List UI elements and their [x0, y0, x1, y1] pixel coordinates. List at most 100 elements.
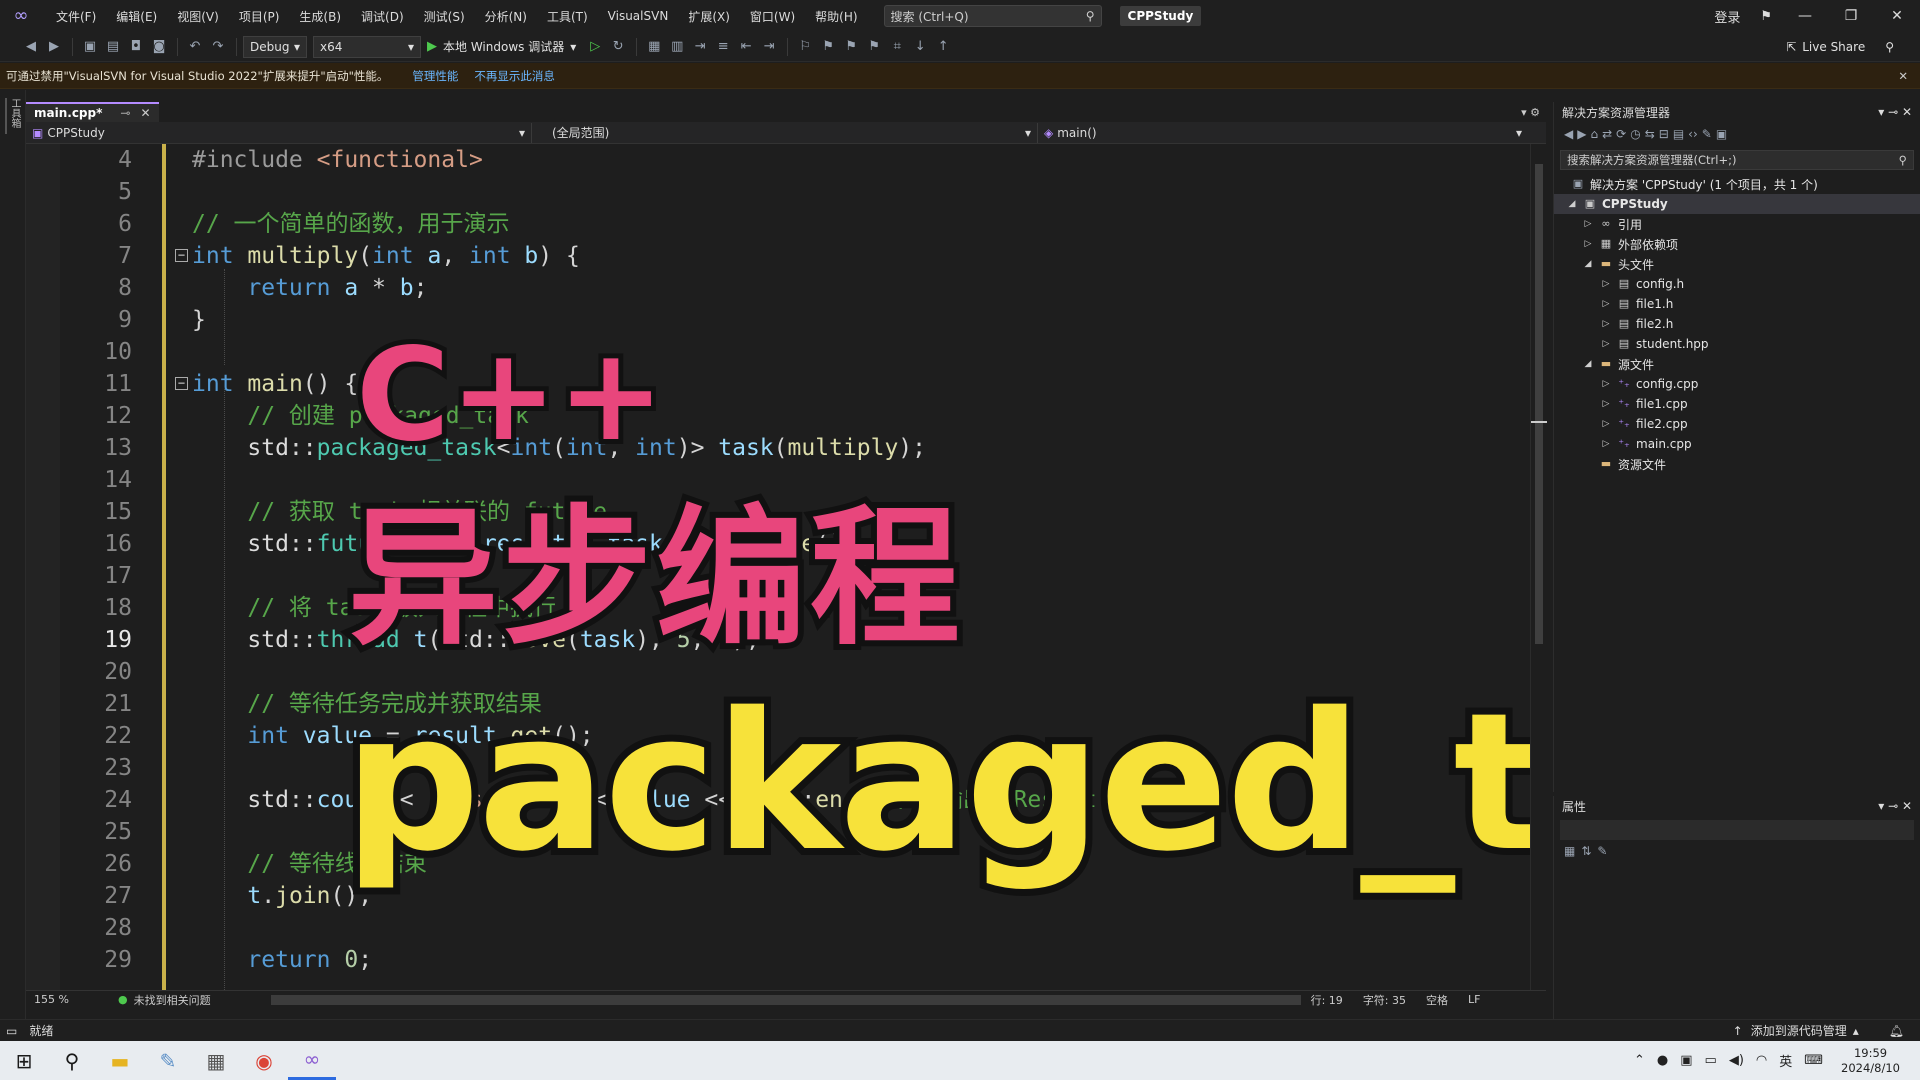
collapsed-icon[interactable]: ▷ — [1600, 399, 1612, 409]
collapsed-icon[interactable]: ▷ — [1582, 239, 1594, 249]
restore-button[interactable]: ❐ — [1828, 8, 1874, 24]
feedback-icon[interactable]: ⚑ — [1750, 9, 1782, 24]
outdent-icon[interactable]: ⇥ — [758, 36, 780, 58]
login-button[interactable]: 登录 — [1704, 7, 1750, 26]
visual-studio-logo-icon[interactable]: ∞ — [10, 5, 32, 27]
code-view-icon[interactable]: ‹› — [1688, 127, 1698, 141]
chrome-icon[interactable]: ◉ — [240, 1041, 288, 1080]
hot-reload-icon[interactable]: ↻ — [607, 36, 629, 58]
output-icon[interactable]: ▭ — [6, 1024, 17, 1038]
menu-edit[interactable]: 编辑(E) — [106, 8, 167, 25]
collapsed-icon[interactable]: ▷ — [1600, 299, 1612, 309]
expanded-icon[interactable]: ◢ — [1566, 199, 1578, 209]
forward-icon[interactable]: ▶ — [43, 36, 65, 58]
tree-item-file[interactable]: ▷ ⁺₊ config.cpp — [1554, 374, 1920, 394]
live-share-button[interactable]: ⇱ Live Share ⚲ — [1786, 40, 1920, 54]
vertical-scrollbar[interactable] — [1530, 144, 1547, 990]
sync-icon[interactable]: ⇆ — [1645, 127, 1655, 141]
horizontal-scrollbar[interactable] — [231, 991, 1301, 1009]
code-editor[interactable]: 4 #include <functional> 5 6 // 一个简单的函数，用于演… — [26, 144, 1546, 990]
tree-item-file[interactable]: ▷ ▤ file2.h — [1554, 314, 1920, 334]
menu-debug[interactable]: 调试(D) — [351, 8, 414, 25]
tree-item-file[interactable]: ▷ ⁺₊ main.cpp — [1554, 434, 1920, 454]
save-all-icon[interactable]: ◙ — [148, 36, 170, 58]
menu-file[interactable]: 文件(F) — [46, 8, 106, 25]
member-dropdown[interactable]: ◈ main() ▾ — [1038, 123, 1528, 143]
tree-item-references[interactable]: ▷ ∞ 引用 — [1554, 214, 1920, 234]
search-input[interactable]: 搜索 (Ctrl+Q) ⚲ — [883, 5, 1102, 27]
menu-window[interactable]: 窗口(W) — [740, 8, 805, 25]
collapsed-icon[interactable]: ▷ — [1600, 319, 1612, 329]
history-icon[interactable]: ◷ — [1630, 127, 1640, 141]
tab-list-chevron-icon[interactable]: ▾ ⚙ — [1515, 106, 1546, 119]
preview-icon[interactable]: ▣ — [1716, 127, 1727, 141]
home-icon[interactable]: ⌂ — [1590, 127, 1598, 141]
open-file-icon[interactable]: ▤ — [102, 36, 124, 58]
tree-item-source-files[interactable]: ◢ ▬ 源文件 — [1554, 354, 1920, 374]
menu-visualsvn[interactable]: VisualSVN — [598, 9, 679, 23]
platform-select[interactable]: x64 ▾ — [313, 35, 421, 58]
comment-icon[interactable]: ⌗ — [886, 36, 908, 58]
issues-status[interactable]: 未找到相关问题 — [134, 992, 211, 1008]
menu-build[interactable]: 生成(B) — [289, 8, 351, 25]
collapse-all-icon[interactable]: ⊟ — [1659, 127, 1669, 141]
menu-project[interactable]: 项目(P) — [229, 8, 290, 25]
tree-item-solution[interactable]: ▣ 解决方案 'CPPStudy' (1 个项目，共 1 个) — [1554, 174, 1920, 194]
indent-icon[interactable]: ⇤ — [735, 36, 757, 58]
expanded-icon[interactable]: ◢ — [1582, 259, 1594, 269]
start-without-debugging-icon[interactable]: ▷ — [584, 36, 606, 58]
switch-views-icon[interactable]: ⇄ — [1602, 127, 1612, 141]
scope-dropdown[interactable]: (全局范围) ▾ — [532, 122, 1038, 143]
tree-item-file[interactable]: ▷ ⁺₊ file1.cpp — [1554, 394, 1920, 414]
notepad-icon[interactable]: ✎ — [144, 1041, 192, 1080]
tree-item-file[interactable]: ▷ ▤ student.hpp — [1554, 334, 1920, 354]
ime-indicator[interactable]: 英 — [1779, 1051, 1792, 1070]
tree-item-external-deps[interactable]: ▷ ▦ 外部依赖项 — [1554, 234, 1920, 254]
solution-search-input[interactable]: 搜索解决方案资源管理器(Ctrl+;) ⚲ — [1560, 150, 1914, 170]
toolbox-tab[interactable]: 工具箱 — [5, 98, 20, 134]
arrow-up-icon[interactable]: ↑ — [932, 36, 954, 58]
tree-item-file[interactable]: ▷ ▤ file1.h — [1554, 294, 1920, 314]
project-dropdown[interactable]: ▣ CPPStudy ▾ — [26, 122, 532, 143]
panel-controls-icon[interactable]: ▾ ⊸ ✕ — [1878, 105, 1912, 119]
close-icon[interactable]: ✕ — [1898, 69, 1908, 83]
line-ending[interactable]: LF — [1468, 993, 1480, 1006]
collapsed-icon[interactable]: ▷ — [1600, 279, 1612, 289]
file-explorer-icon[interactable]: ▬ — [96, 1041, 144, 1080]
alphabetical-icon[interactable]: ⇅ — [1581, 844, 1591, 858]
configuration-select[interactable]: Debug ▾ — [243, 35, 307, 58]
property-pages-icon[interactable]: ✎ — [1597, 844, 1607, 858]
menu-test[interactable]: 测试(S) — [414, 8, 475, 25]
bookmark-icon[interactable]: ⚐ — [794, 36, 816, 58]
notifications-bell-icon[interactable]: 🔔︎ — [1889, 1024, 1904, 1038]
prev-bookmark-icon[interactable]: ⚑ — [817, 36, 839, 58]
whitespace-mode[interactable]: 空格 — [1426, 992, 1448, 1008]
menu-view[interactable]: 视图(V) — [167, 8, 229, 25]
battery-icon[interactable]: ▭ — [1705, 1053, 1717, 1068]
menu-tools[interactable]: 工具(T) — [537, 8, 598, 25]
minimize-button[interactable]: — — [1782, 8, 1828, 24]
arrow-down-icon[interactable]: ↓ — [909, 36, 931, 58]
scrollbar-thumb[interactable] — [1535, 164, 1543, 644]
close-window-button[interactable]: ✕ — [1874, 8, 1920, 24]
collapse-icon[interactable]: − — [175, 249, 188, 262]
dont-show-again-link[interactable]: 不再显示此消息 — [474, 68, 555, 84]
chevron-up-icon[interactable]: ⌃ — [1634, 1053, 1645, 1068]
start-debugging-button[interactable]: ▶ 本地 Windows 调试器 ▾ — [427, 38, 576, 55]
redo-icon[interactable]: ↷ — [207, 36, 229, 58]
tree-item-file[interactable]: ▷ ⁺₊ file2.cpp — [1554, 414, 1920, 434]
back-icon[interactable]: ◀ — [1564, 127, 1573, 141]
tree-item-resource-files[interactable]: ▬ 资源文件 — [1554, 454, 1920, 474]
undo-icon[interactable]: ↶ — [184, 36, 206, 58]
tree-item-project[interactable]: ◢ ▣ CPPStudy — [1554, 194, 1920, 214]
menu-extensions[interactable]: 扩展(X) — [678, 8, 740, 25]
next-bookmark-icon[interactable]: ⚑ — [840, 36, 862, 58]
search-icon[interactable]: ⚲ — [48, 1041, 96, 1080]
show-all-files-icon[interactable]: ▤ — [1673, 127, 1684, 141]
step-icon[interactable]: ⇥ — [689, 36, 711, 58]
panel-controls-icon[interactable]: ▾ ⊸ ✕ — [1878, 799, 1912, 813]
back-icon[interactable]: ◀ — [20, 36, 42, 58]
collapse-icon[interactable]: − — [175, 377, 188, 390]
add-to-source-control-button[interactable]: 添加到源代码管理 — [1751, 1022, 1847, 1039]
volume-icon[interactable]: ◀) — [1729, 1053, 1744, 1068]
